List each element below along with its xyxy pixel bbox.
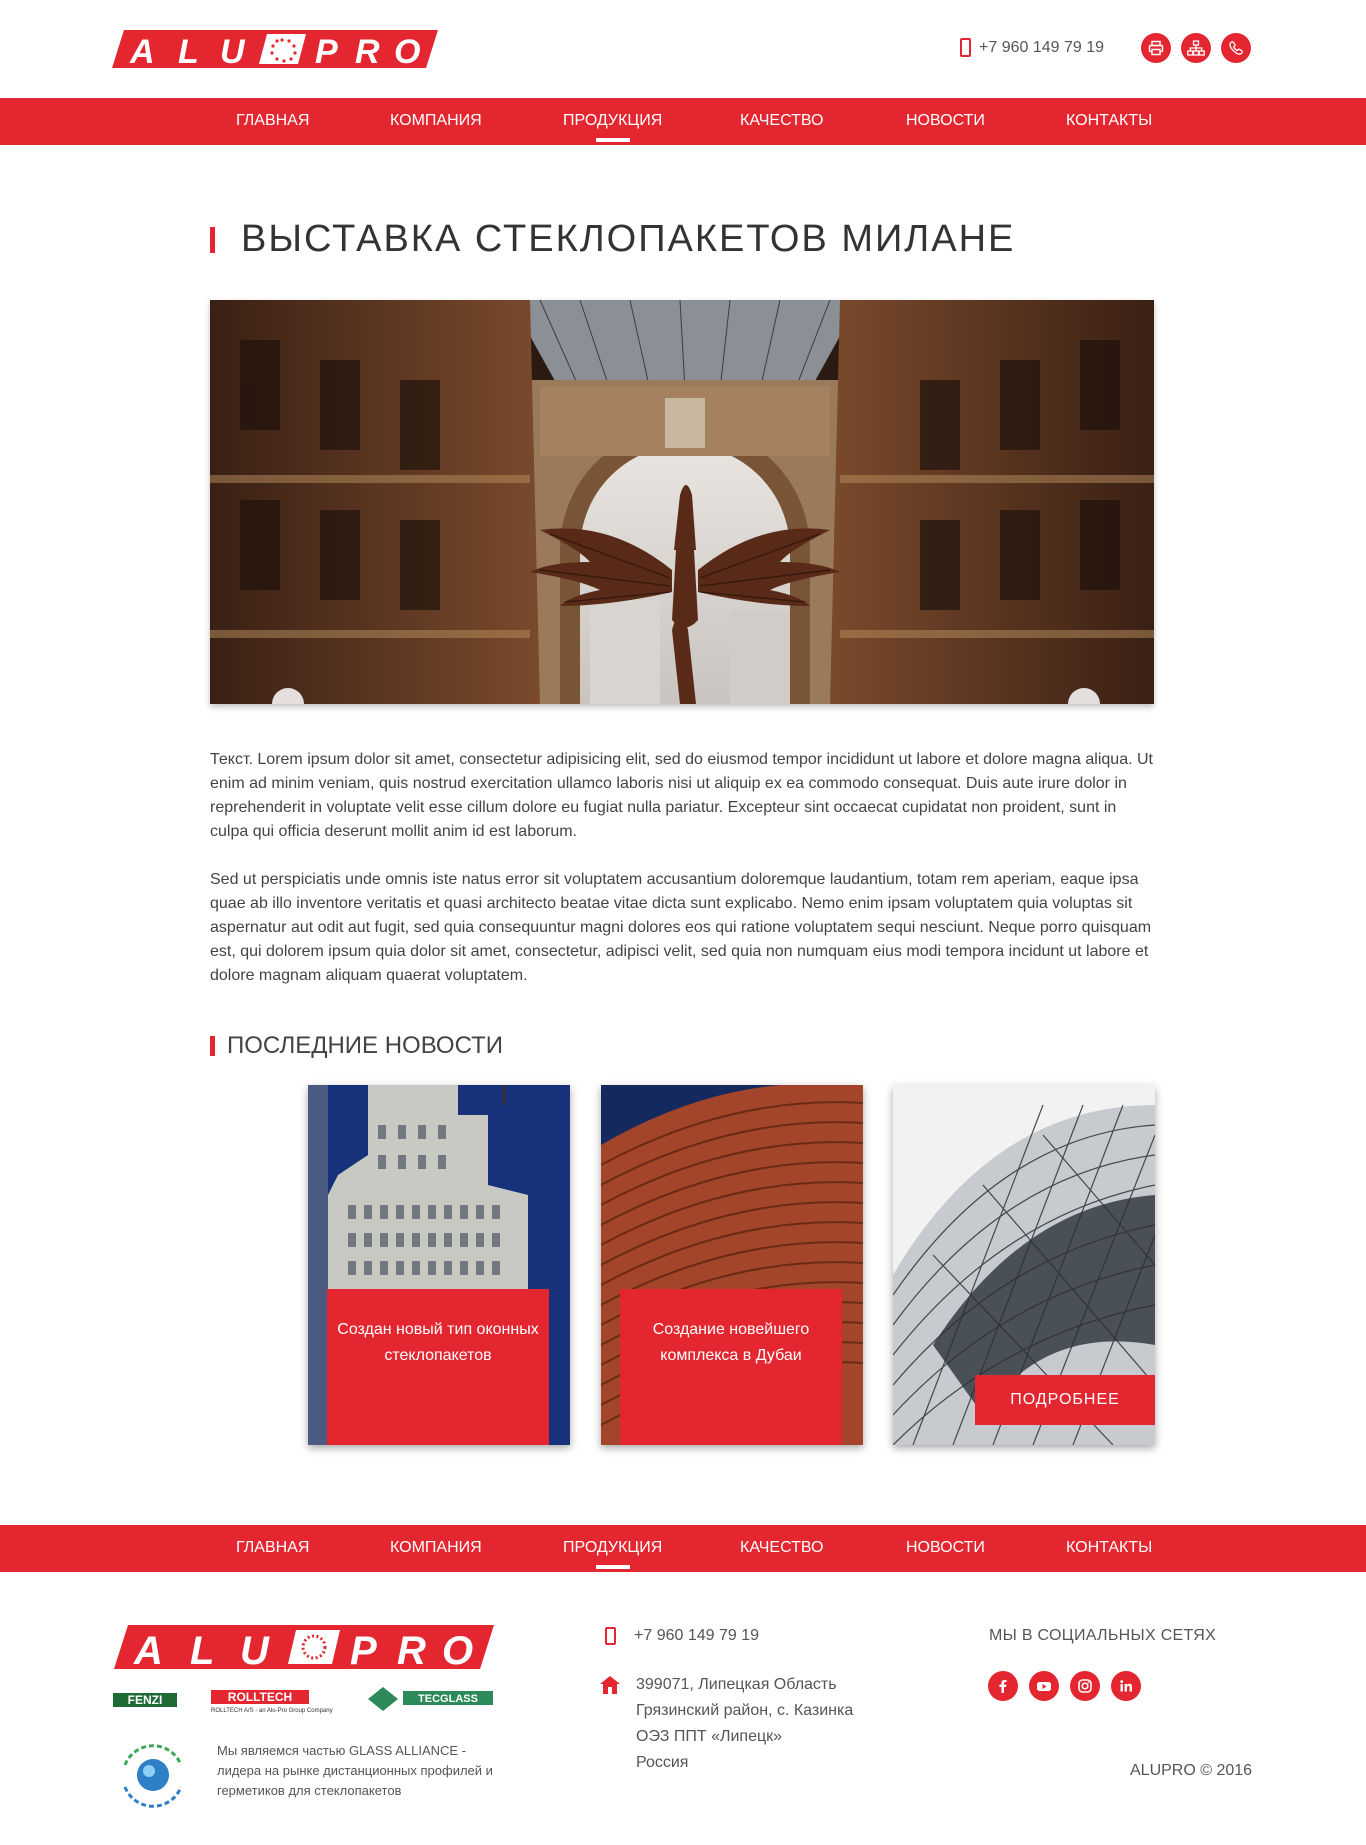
svg-text:ROLLTECH A/S - an Alu-Pro Grou: ROLLTECH A/S - an Alu-Pro Group Company [211,1708,333,1714]
social-heading: МЫ В СОЦИАЛЬНЫХ СЕТЯХ [989,1627,1217,1644]
svg-text:A: A [133,1629,163,1671]
nav-item-products[interactable]: ПРОДУКЦИЯ [563,112,662,130]
facebook-icon[interactable] [988,1671,1018,1701]
main-nav: ГЛАВНАЯ КОМПАНИЯ ПРОДУКЦИЯ КАЧЕСТВО НОВО… [0,98,1366,145]
news-card[interactable]: Создан новый тип оконных стеклопакетов [308,1085,570,1445]
title-accent-bar [210,226,215,253]
svg-text:P: P [350,1629,377,1671]
article-paragraph: Текст. Lorem ipsum dolor sit amet, conse… [210,751,1153,840]
nav-item-company[interactable]: КОМПАНИЯ [390,1539,482,1557]
svg-text:A: A [129,33,155,70]
mobile-phone-icon [605,1627,616,1645]
nav-item-quality[interactable]: КАЧЕСТВО [740,112,823,130]
copyright: ALUPRO © 2016 [1130,1762,1253,1779]
nav-item-contacts[interactable]: КОНТАКТЫ [1066,1539,1152,1557]
news-card[interactable]: Создание новейшего комплекса в Дубаи [601,1085,863,1445]
header-phone-number[interactable]: +7 960 149 79 19 [979,39,1104,57]
address-line: ОЭЗ ППТ «Липецк» [636,1728,783,1745]
site-header: A L U P R O +7 960 149 79 19 [0,0,1366,98]
phone-call-icon[interactable] [1221,33,1251,63]
footer-phone-number[interactable]: +7 960 149 79 19 [634,1627,759,1645]
svg-text:TECGLASS: TECGLASS [418,1693,478,1705]
news-card-caption[interactable]: Создан новый тип оконных стеклопакетов [327,1289,549,1445]
article-paragraph: Sed ut perspiciatis unde omnis iste natu… [210,871,1152,984]
address-line: 399071, Липецкая Область [636,1676,837,1693]
nav-item-home[interactable]: ГЛАВНАЯ [236,112,309,130]
svg-text:L: L [178,33,199,70]
svg-text:P: P [315,33,338,70]
svg-text:R: R [397,1629,426,1671]
fenzi-logo: FENZI [113,1693,177,1707]
page-title: ВЫСТАВКА СТЕКЛОПАКЕТОВ МИЛАНЕ [241,218,1016,260]
svg-text:L: L [190,1629,214,1671]
rolltech-logo: ROLLTECH ROLLTECH A/S - an Alu-Pro Group… [211,1690,333,1714]
nav-item-contacts[interactable]: КОНТАКТЫ [1066,112,1152,130]
nav-item-products[interactable]: ПРОДУКЦИЯ [563,1539,662,1557]
nav-item-news[interactable]: НОВОСТИ [906,112,985,130]
article-body: Текст. Lorem ipsum dolor sit amet, conse… [210,748,1155,988]
footer-alupro-logo[interactable]: A L U P R O [114,1623,494,1671]
home-icon [600,1676,620,1694]
footer-address: 399071, Липецкая Область Грязинский райо… [600,1672,853,1776]
youtube-icon[interactable] [1029,1671,1059,1701]
heading-accent-bar [210,1036,215,1056]
page-title-block: ВЫСТАВКА СТЕКЛОПАКЕТОВ МИЛАНЕ [210,218,1015,261]
print-icon[interactable] [1141,33,1171,63]
footer-phone[interactable]: +7 960 149 79 19 [605,1627,759,1645]
nav-item-quality[interactable]: КАЧЕСТВО [740,1539,823,1557]
address-line: Россия [636,1754,689,1771]
social-links [988,1671,1141,1701]
instagram-icon[interactable] [1070,1671,1100,1701]
svg-text:U: U [240,1629,270,1671]
alliance-description: Мы являемся частью GLASS ALLIANCE - лиде… [217,1743,493,1798]
nav-item-news[interactable]: НОВОСТИ [906,1539,985,1557]
header-phone[interactable]: +7 960 149 79 19 [960,38,1104,57]
news-card[interactable]: ПОДРОБНЕЕ [893,1085,1155,1445]
svg-text:FENZI: FENZI [128,1693,163,1707]
address-line: Грязинский район, с. Казинка [636,1702,854,1719]
read-more-button[interactable]: ПОДРОБНЕЕ [975,1375,1155,1425]
svg-text:R: R [355,33,380,70]
news-card-caption[interactable]: Создание новейшего комплекса в Дубаи [620,1289,842,1445]
svg-text:O: O [442,1629,473,1671]
footer-nav: ГЛАВНАЯ КОМПАНИЯ ПРОДУКЦИЯ КАЧЕСТВО НОВО… [0,1525,1366,1572]
linkedin-icon[interactable] [1111,1671,1141,1701]
svg-text:O: O [394,33,420,70]
news-heading-text: ПОСЛЕДНИЕ НОВОСТИ [227,1032,504,1059]
hero-image [210,300,1154,704]
sitemap-icon[interactable] [1181,33,1211,63]
svg-text:ROLLTECH: ROLLTECH [228,1690,292,1704]
alupro-logo[interactable]: A L U P R O [112,28,438,70]
nav-item-company[interactable]: КОМПАНИЯ [390,112,482,130]
tecglass-logo: TECGLASS [368,1687,493,1711]
glass-alliance-logo [123,1744,183,1808]
nav-item-home[interactable]: ГЛАВНАЯ [236,1539,309,1557]
news-section-heading: ПОСЛЕДНИЕ НОВОСТИ [210,1032,503,1060]
header-icons [1141,33,1251,63]
mobile-phone-icon [960,38,971,57]
svg-text:U: U [220,33,246,70]
partner-logos: FENZI ROLLTECH ROLLTECH A/S - an Alu-Pro… [113,1687,493,1714]
